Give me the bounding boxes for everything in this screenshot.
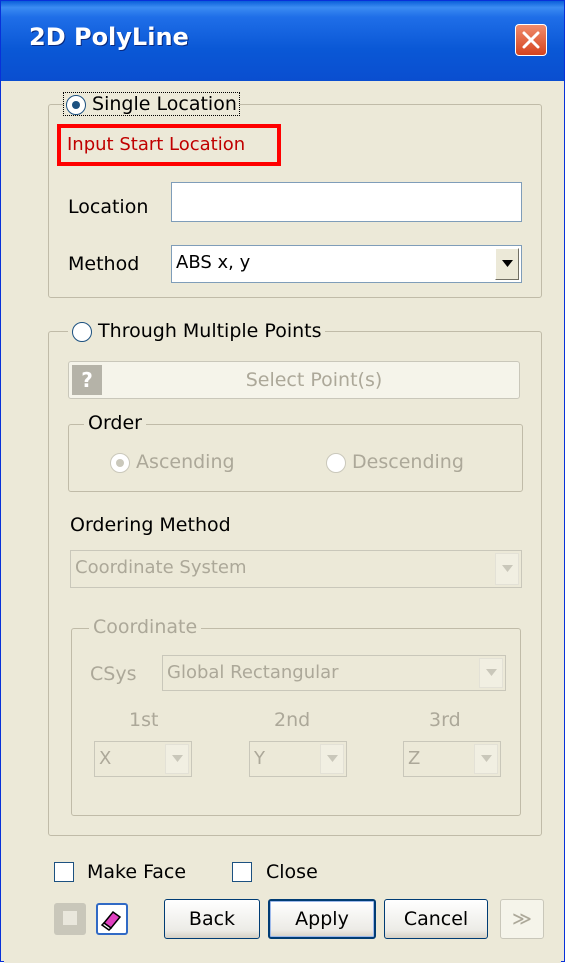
- third-axis-label: 3rd: [429, 709, 461, 731]
- csys-dropdown-button[interactable]: [479, 658, 503, 688]
- start-location-hint: Input Start Location: [67, 134, 246, 155]
- multiple-points-option[interactable]: Through Multiple Points: [68, 320, 326, 342]
- more-button[interactable]: ≫: [500, 899, 544, 939]
- second-axis-select[interactable]: Y: [249, 741, 347, 777]
- ascending-option[interactable]: Ascending: [110, 451, 235, 473]
- help-icon: ?: [72, 365, 102, 395]
- close-checkbox[interactable]: [232, 862, 252, 882]
- third-axis-select[interactable]: Z: [403, 741, 501, 777]
- title-bar[interactable]: 2D PolyLine: [1, 1, 564, 81]
- descending-option[interactable]: Descending: [326, 451, 464, 473]
- first-axis-dropdown-button[interactable]: [165, 744, 189, 774]
- chevron-down-icon: [481, 755, 492, 762]
- capture-icon[interactable]: [54, 903, 86, 935]
- second-axis-label: 2nd: [274, 709, 311, 731]
- chevron-down-icon: [502, 260, 513, 267]
- method-select[interactable]: ABS x, y: [171, 245, 522, 283]
- back-label: Back: [188, 908, 236, 930]
- chevron-down-icon: [486, 669, 497, 676]
- second-axis-value: Y: [254, 748, 265, 769]
- multiple-points-label: Through Multiple Points: [98, 320, 322, 342]
- select-points-label: Select Point(s): [245, 369, 383, 391]
- csys-label: CSys: [90, 663, 137, 685]
- ascending-label: Ascending: [136, 451, 235, 473]
- apply-label: Apply: [295, 908, 349, 930]
- coordinate-label: Coordinate: [89, 616, 202, 638]
- location-input[interactable]: [171, 182, 522, 222]
- back-button[interactable]: Back: [164, 899, 260, 939]
- single-location-option[interactable]: Single Location: [63, 92, 240, 116]
- descending-label: Descending: [352, 451, 464, 473]
- first-axis-label: 1st: [129, 709, 159, 731]
- first-axis-select[interactable]: X: [94, 741, 192, 777]
- start-location-hint-box: Input Start Location: [57, 124, 281, 166]
- csys-select[interactable]: Global Rectangular: [162, 655, 506, 691]
- descending-radio[interactable]: [326, 452, 346, 473]
- eraser-icon[interactable]: [96, 903, 128, 935]
- third-axis-dropdown-button[interactable]: [474, 744, 498, 774]
- method-label: Method: [68, 253, 140, 275]
- select-points-button[interactable]: ? Select Point(s): [68, 361, 520, 399]
- method-value: ABS x, y: [176, 252, 251, 273]
- single-location-radio[interactable]: [66, 94, 86, 115]
- ascending-radio[interactable]: [110, 452, 130, 473]
- double-chevron-right-icon: ≫: [512, 908, 532, 930]
- chevron-down-icon: [502, 565, 513, 572]
- close-label: Close: [266, 861, 318, 883]
- window-title: 2D PolyLine: [29, 23, 189, 51]
- ordering-method-select[interactable]: Coordinate System: [70, 550, 522, 588]
- chevron-down-icon: [327, 755, 338, 762]
- dialog-window: 2D PolyLine Single Location Input Start …: [0, 0, 565, 963]
- multiple-points-radio[interactable]: [72, 321, 92, 342]
- cancel-button[interactable]: Cancel: [384, 899, 488, 939]
- csys-value: Global Rectangular: [167, 662, 339, 683]
- order-label: Order: [84, 412, 146, 434]
- method-dropdown-button[interactable]: [495, 248, 519, 280]
- ordering-method-label: Ordering Method: [70, 514, 231, 536]
- third-axis-value: Z: [408, 748, 421, 769]
- location-label: Location: [68, 196, 149, 218]
- close-icon: [522, 31, 540, 49]
- chevron-down-icon: [172, 755, 183, 762]
- apply-button[interactable]: Apply: [268, 899, 376, 939]
- cancel-label: Cancel: [403, 908, 469, 930]
- first-axis-value: X: [99, 748, 112, 769]
- ordering-method-value: Coordinate System: [75, 557, 247, 578]
- make-face-checkbox[interactable]: [54, 862, 74, 882]
- make-face-label: Make Face: [87, 861, 187, 883]
- dialog-content: Single Location Input Start Location Loc…: [4, 81, 561, 963]
- ordering-method-dropdown-button[interactable]: [495, 553, 519, 585]
- close-button[interactable]: [515, 24, 547, 56]
- second-axis-dropdown-button[interactable]: [320, 744, 344, 774]
- single-location-label: Single Location: [92, 93, 237, 115]
